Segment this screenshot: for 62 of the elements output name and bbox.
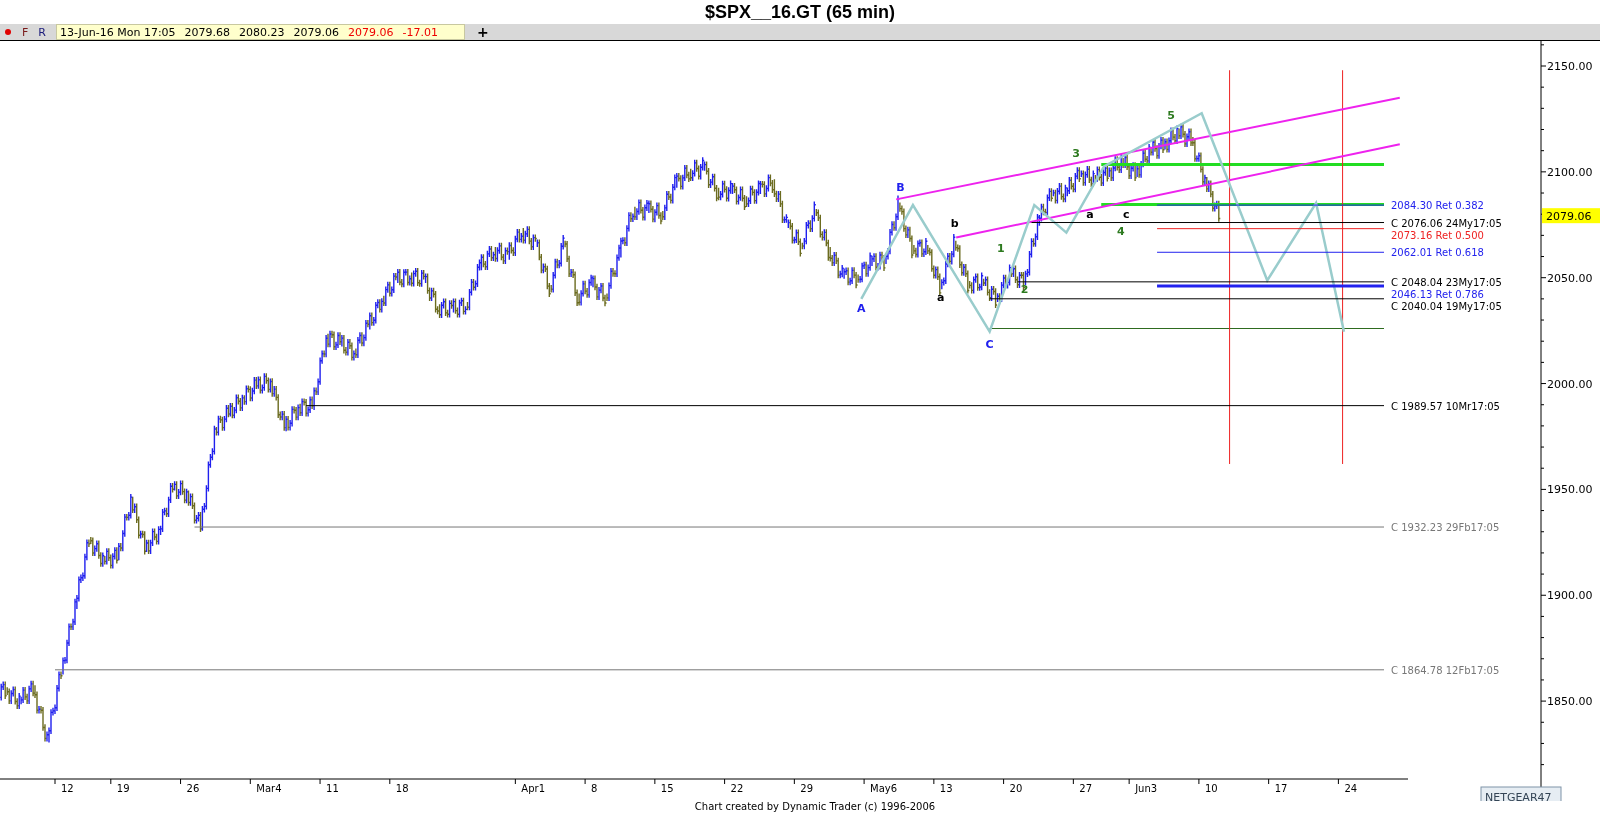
level-label: 2062.01 Ret 0.618 <box>1391 247 1484 259</box>
x-axis-label: 22 <box>730 783 744 794</box>
x-axis-label: 29 <box>800 783 814 794</box>
x-axis-label: Mar4 <box>256 783 282 794</box>
level-label: 2073.16 Ret 0.500 <box>1391 229 1484 241</box>
x-axis-label: 13 <box>939 783 953 794</box>
quote-value: 2080.23 <box>239 25 285 39</box>
x-axis-label: 27 <box>1079 783 1093 794</box>
x-axis-label: 15 <box>660 783 674 794</box>
quote-value: 2079.68 <box>184 25 231 39</box>
y-axis-label: 2050.00 <box>1547 271 1593 285</box>
x-axis-label: 19 <box>116 783 130 794</box>
add-button[interactable]: + <box>471 25 495 39</box>
y-axis-label: 2150.00 <box>1547 60 1593 73</box>
x-axis-label: 26 <box>186 783 200 794</box>
wave-label: 1 <box>997 242 1005 256</box>
wave-label: c <box>1123 208 1130 222</box>
level-label: C 1989.57 10Mr17:05 <box>1391 400 1500 412</box>
y-axis-label: 1900.00 <box>1547 589 1593 603</box>
wave-label: 3 <box>1072 147 1080 161</box>
y-axis-label: 1850.00 <box>1547 695 1593 709</box>
level-label: C 1864.78 12Fb17:05 <box>1391 664 1500 676</box>
record-dot-icon <box>5 29 11 35</box>
wave-label: A <box>857 301 866 315</box>
wave-label: 2 <box>1020 282 1029 296</box>
wave-label: b <box>950 216 959 230</box>
last-price-tag: 2079.06 <box>1542 208 1600 224</box>
quote-value: 2079.06 <box>293 25 340 39</box>
quote-value: 2079.06 <box>348 25 394 39</box>
wave-label: B <box>896 180 905 194</box>
x-axis-label: 8 <box>591 783 598 794</box>
level-label: C 2076.06 24My17:05 <box>1391 217 1502 229</box>
quote-value: -17.01 <box>402 25 439 39</box>
level-label: C 1932.23 29Fb17:05 <box>1391 522 1500 533</box>
credit-text: Chart created by Dynamic Trader (c) 1996-2006 <box>694 801 936 814</box>
level-label: C 2048.04 23My17:05 <box>1391 276 1502 288</box>
toolbar-button[interactable]: F <box>19 25 32 39</box>
x-axis-label: 24 <box>1344 783 1358 794</box>
x-axis-label: 11 <box>326 783 339 794</box>
wave-label: a <box>1086 208 1094 222</box>
x-axis-label: 18 <box>395 783 409 794</box>
quote-value: 13-Jun-16 Mon 17:05 <box>60 25 176 39</box>
x-axis-label: May6 <box>870 783 898 794</box>
x-axis-label: 20 <box>1009 783 1023 794</box>
watermark-tag: NETGEAR47 <box>1480 786 1562 801</box>
chart-title: $SPX__16.GT (65 min) <box>704 1 896 23</box>
wave-label: 4 <box>1116 225 1125 239</box>
x-axis-label: 17 <box>1274 783 1288 794</box>
y-axis-label: 2000.00 <box>1547 377 1593 391</box>
wave-label: 5 <box>1167 108 1175 122</box>
level-label: 2046.13 Ret 0.786 <box>1391 288 1484 300</box>
level-label: 2084.30 Ret 0.382 <box>1391 200 1484 212</box>
x-axis-label: 10 <box>1204 783 1218 794</box>
x-axis-label: Apr1 <box>521 783 545 794</box>
x-axis-label: 12 <box>61 783 74 794</box>
wave-label: C <box>985 337 994 351</box>
x-axis-label: Jun3 <box>1135 783 1158 794</box>
wave-label: a <box>937 291 945 304</box>
y-axis-label: 1950.00 <box>1547 483 1593 497</box>
y-axis-label: 2100.00 <box>1547 165 1593 179</box>
level-label: C 2040.04 19My17:05 <box>1391 300 1502 312</box>
toolbar-button[interactable]: R <box>35 25 49 39</box>
